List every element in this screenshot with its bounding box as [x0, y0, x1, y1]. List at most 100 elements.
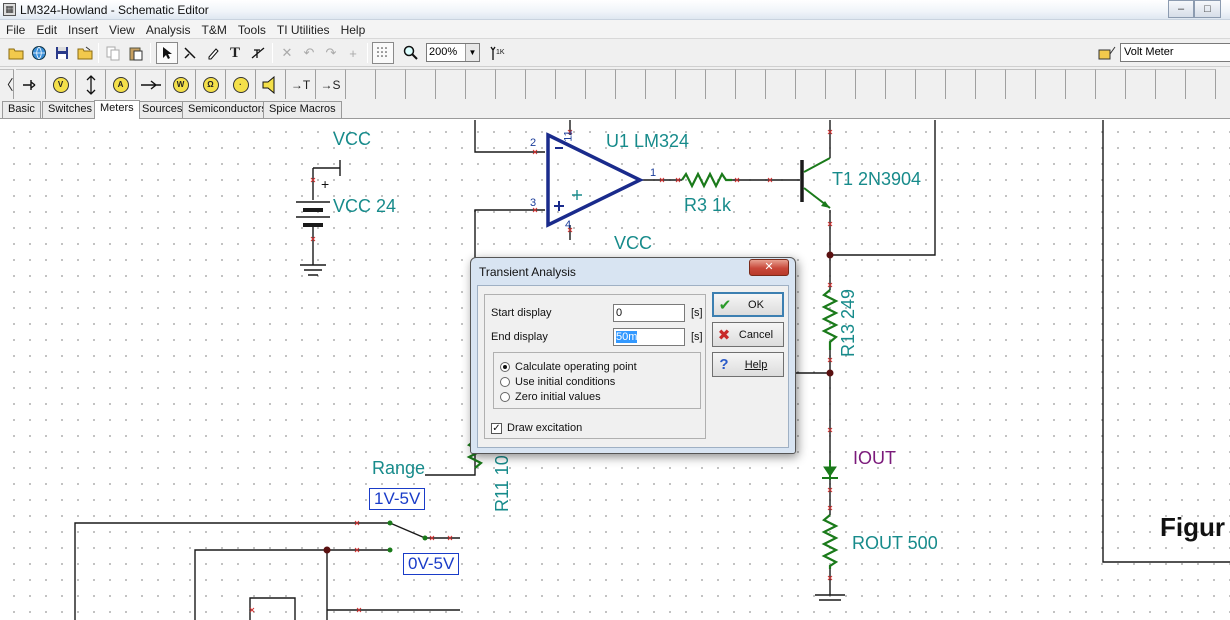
open-folder-icon[interactable] [5, 42, 27, 64]
menu-help[interactable]: Help [335, 20, 371, 39]
scroll-left-icon[interactable]: 〈 [0, 69, 14, 99]
web-globe-icon[interactable] [28, 42, 50, 64]
empty-slot[interactable] [796, 69, 826, 99]
cancel-button[interactable]: ✖ Cancel [712, 322, 784, 347]
empty-slot[interactable] [766, 69, 796, 99]
zoom-magnifier-icon[interactable] [400, 42, 422, 64]
maximize-button[interactable]: □ [1194, 0, 1221, 18]
speaker-icon[interactable] [256, 69, 286, 99]
vcc-mid-label[interactable]: VCC [614, 233, 652, 254]
meter-probe-icon[interactable] [1096, 42, 1118, 64]
rout-label[interactable]: ROUT 500 [852, 533, 938, 554]
menu-insert[interactable]: Insert [62, 20, 103, 39]
tab-semiconductors[interactable]: Semiconductors [182, 101, 273, 118]
ammeter-icon[interactable]: A [106, 69, 136, 99]
start-display-input[interactable]: 0 [613, 304, 685, 322]
empty-slot[interactable] [526, 69, 556, 99]
tab-sources[interactable]: Sources [136, 101, 189, 118]
empty-slot[interactable] [916, 69, 946, 99]
voltage-arrow-icon[interactable] [76, 69, 106, 99]
empty-slot[interactable] [1006, 69, 1036, 99]
ok-button[interactable]: ✔ OK [712, 292, 784, 317]
range-option-0v-5v[interactable]: 0V-5V [403, 553, 460, 575]
redo-icon[interactable]: ↷ [320, 42, 342, 64]
empty-slot[interactable] [736, 69, 766, 99]
menu-view[interactable]: View [103, 20, 140, 39]
empty-slot[interactable] [1186, 69, 1216, 99]
select-arrow-icon[interactable] [156, 42, 178, 64]
empty-slot[interactable] [556, 69, 586, 99]
empty-slot[interactable] [616, 69, 646, 99]
empty-slot[interactable] [1036, 69, 1066, 99]
r11-label[interactable]: R11 10 [492, 455, 513, 512]
empty-slot[interactable] [496, 69, 526, 99]
add-icon[interactable]: + [342, 42, 364, 64]
empty-slot[interactable] [436, 69, 466, 99]
tab-switches[interactable]: Switches [42, 101, 99, 118]
vcc-top-label[interactable]: VCC [333, 129, 371, 150]
text-tool-icon[interactable]: T [224, 42, 246, 64]
opamp-label[interactable]: U1 LM324 [606, 131, 689, 152]
wire-tool-icon[interactable] [179, 42, 201, 64]
vcc-source-label[interactable]: VCC 24 [333, 196, 396, 217]
tab-spice-macros[interactable]: Spice Macros [263, 101, 342, 118]
voltage-pin-icon[interactable]: →T [286, 69, 316, 99]
empty-slot[interactable] [646, 69, 676, 99]
radio-use-initial-conditions[interactable]: Use initial conditions [500, 376, 615, 388]
zoom-select[interactable]: 200% ▼ [426, 43, 480, 62]
grid-toggle-icon[interactable] [372, 42, 394, 64]
open-folder-alt-icon[interactable] [74, 42, 96, 64]
copy-icon[interactable] [102, 42, 124, 64]
radio-zero-initial-values[interactable]: Zero initial values [500, 391, 601, 403]
empty-slot[interactable] [826, 69, 856, 99]
current-pin-icon[interactable]: →S [316, 69, 346, 99]
empty-slot[interactable] [466, 69, 496, 99]
range-label[interactable]: Range [372, 458, 425, 479]
probe-1k-icon[interactable]: 1K [488, 42, 510, 64]
pencil-icon[interactable] [202, 42, 224, 64]
save-disk-icon[interactable] [51, 42, 73, 64]
empty-slot[interactable] [346, 69, 376, 99]
minimize-button[interactable]: – [1168, 0, 1194, 18]
empty-slot[interactable] [1096, 69, 1126, 99]
menu-tools[interactable]: Tools [232, 20, 271, 39]
empty-slot[interactable] [406, 69, 436, 99]
current-arrow-icon[interactable] [136, 69, 166, 99]
empty-slot[interactable] [376, 69, 406, 99]
paste-icon[interactable] [125, 42, 147, 64]
empty-slot[interactable] [1066, 69, 1096, 99]
draw-excitation-checkbox[interactable]: ✓ Draw excitation [491, 422, 582, 434]
light-bulb-icon[interactable]: · [226, 69, 256, 99]
tab-meters[interactable]: Meters [94, 100, 140, 119]
transistor-label[interactable]: T1 2N3904 [832, 169, 921, 190]
meter-select[interactable]: Volt Meter [1120, 43, 1230, 62]
empty-slot[interactable] [976, 69, 1006, 99]
empty-slot[interactable] [1126, 69, 1156, 99]
menu-analysis[interactable]: Analysis [140, 20, 196, 39]
lamp-icon[interactable]: Ω [196, 69, 226, 99]
menu-file[interactable]: File [0, 20, 30, 39]
empty-slot[interactable] [586, 69, 616, 99]
menu-ti-utilities[interactable]: TI Utilities [271, 20, 335, 39]
dialog-close-button[interactable]: ✕ [749, 259, 789, 276]
menu-edit[interactable]: Edit [30, 20, 62, 39]
empty-slot[interactable] [1156, 69, 1186, 99]
wattmeter-icon[interactable]: W [166, 69, 196, 99]
empty-slot[interactable] [946, 69, 976, 99]
delete-icon[interactable]: ✕ [276, 42, 298, 64]
r3-label[interactable]: R3 1k [684, 195, 731, 216]
undo-icon[interactable]: ↶ [298, 42, 320, 64]
end-display-input[interactable]: 50m [613, 328, 685, 346]
help-button[interactable]: ? Help [712, 352, 784, 377]
empty-slot[interactable] [886, 69, 916, 99]
iout-label[interactable]: IOUT [853, 448, 896, 469]
radio-calculate-operating-point[interactable]: Calculate operating point [500, 361, 637, 373]
r13-label[interactable]: R13 249 [838, 289, 859, 357]
ground-probe-icon[interactable] [16, 69, 46, 99]
menu-tm[interactable]: T&M [196, 20, 232, 39]
voltmeter-icon[interactable]: V [46, 69, 76, 99]
empty-slot[interactable] [706, 69, 736, 99]
range-option-1v-5v[interactable]: 1V-5V [369, 488, 426, 510]
label-tool-icon[interactable] [247, 42, 269, 64]
empty-slot[interactable] [856, 69, 886, 99]
